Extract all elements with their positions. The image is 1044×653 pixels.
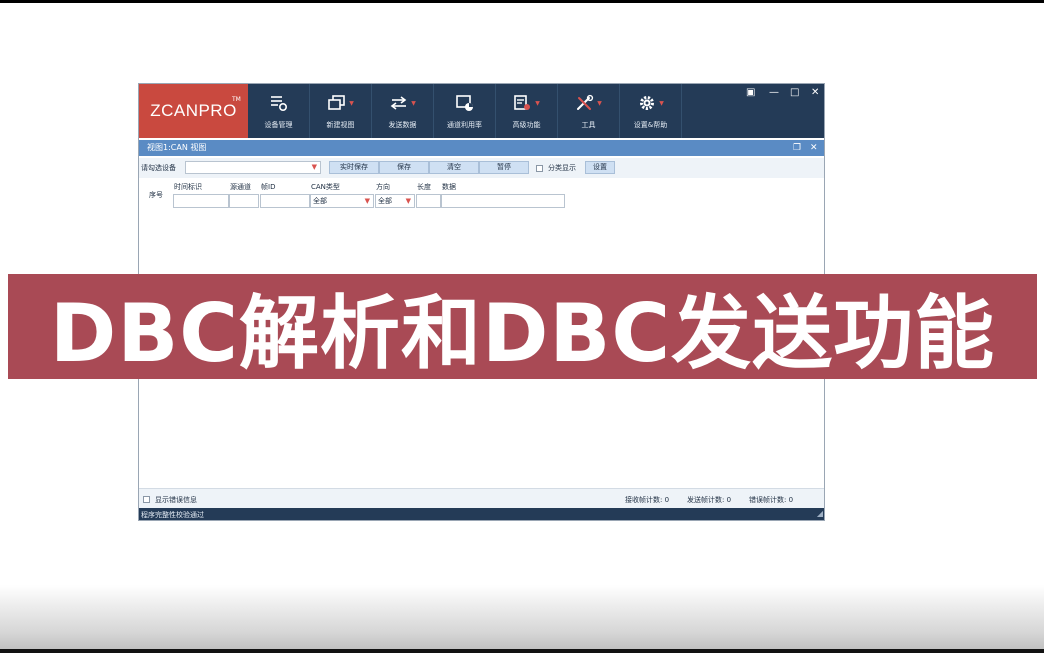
classify-display-label: 分类显示	[548, 164, 576, 172]
ribbon-label: 新建视图	[326, 121, 355, 129]
show-error-checkbox[interactable]	[143, 496, 150, 503]
error-frame-count: 错误帧计数: 0	[749, 496, 794, 504]
time-label: 时间标识	[174, 183, 202, 191]
layout-icon[interactable]: ▣	[746, 87, 755, 98]
maximize-button[interactable]: □	[790, 87, 799, 98]
resize-grip-icon[interactable]: ◢	[817, 507, 823, 520]
data-label: 数据	[442, 183, 456, 191]
bottom-message-bar: 程序完整性校验通过 ◢	[139, 507, 824, 520]
length-label: 长度	[417, 183, 431, 191]
direction-filter-select[interactable]: 全部 ▼	[375, 194, 415, 208]
classify-display-checkbox[interactable]	[536, 165, 543, 172]
direction-value: 全部	[378, 197, 392, 205]
seq-label: 序号	[149, 191, 163, 199]
device-select-combo[interactable]: ▼	[185, 161, 321, 174]
ribbon-channel-usage-button[interactable]: 通道利用率	[434, 84, 496, 138]
save-button[interactable]: 保存	[379, 161, 429, 174]
logo-trademark: TM	[232, 96, 241, 103]
device-select-label: 请勾选设备	[141, 164, 176, 172]
advanced-function-icon: ▼	[513, 92, 540, 114]
settings-button[interactable]: 设置	[585, 161, 615, 174]
channel-usage-chart-icon	[455, 92, 475, 114]
banner-text: DBC解析和DBC发送功能	[49, 286, 996, 380]
ribbon-tools-button[interactable]: ▼ 工具	[558, 84, 620, 138]
can-type-filter-select[interactable]: 全部 ▼	[310, 194, 374, 208]
chevron-down-icon: ▼	[311, 163, 317, 171]
chevron-down-icon: ▼	[535, 99, 540, 107]
zcanpro-logo: ZCANPRO TM	[139, 84, 248, 138]
device-list-gear-icon	[269, 92, 289, 114]
bottom-message: 程序完整性校验通过	[141, 511, 204, 519]
ribbon-label: 设置&帮助	[633, 121, 668, 129]
status-bar: 显示错误信息 接收帧计数: 0 发送帧计数: 0 错误帧计数: 0	[139, 488, 824, 508]
bottom-gradient	[0, 585, 1044, 653]
minimize-button[interactable]: —	[769, 87, 779, 98]
time-filter-input[interactable]	[173, 194, 229, 208]
frame-id-label: 帧ID	[261, 183, 276, 191]
send-arrows-icon: ▼	[389, 92, 416, 114]
send-frame-count: 发送帧计数: 0	[687, 496, 732, 504]
view-title-bar: 视图1:CAN 视图 ❐ ✕	[139, 140, 824, 156]
data-filter-input[interactable]	[441, 194, 565, 208]
chevron-down-icon: ▼	[659, 99, 664, 107]
pause-button[interactable]: 暂停	[479, 161, 529, 174]
show-error-label: 显示错误信息	[155, 496, 197, 504]
settings-gear-icon: ▼	[637, 92, 664, 114]
realtime-save-button[interactable]: 实时保存	[329, 161, 379, 174]
top-border	[0, 0, 1044, 3]
ribbon-label: 高级功能	[512, 121, 541, 129]
ribbon-label: 工具	[581, 121, 596, 129]
direction-label: 方向	[376, 183, 390, 191]
bottom-border	[0, 649, 1044, 653]
ribbon-settings-help-button[interactable]: ▼ 设置&帮助	[620, 84, 682, 138]
channel-filter-input[interactable]	[229, 194, 259, 208]
ribbon-new-view-button[interactable]: ▼ 新建视图	[310, 84, 372, 138]
chevron-down-icon: ▼	[349, 99, 354, 107]
recv-frame-count: 接收帧计数: 0	[625, 496, 670, 504]
chevron-down-icon: ▼	[405, 197, 411, 205]
view-title: 视图1:CAN 视图	[147, 143, 207, 152]
length-filter-input[interactable]	[416, 194, 441, 208]
chevron-down-icon: ▼	[597, 99, 602, 107]
can-type-value: 全部	[313, 197, 327, 205]
new-view-icon: ▼	[327, 92, 354, 114]
chevron-down-icon: ▼	[411, 99, 416, 107]
tools-icon: ▼	[575, 92, 602, 114]
ribbon-label: 设备管理	[264, 121, 293, 129]
float-icon[interactable]: ❐	[793, 140, 801, 156]
logo-text: ZCANPRO	[150, 101, 237, 120]
channel-label: 源通道	[230, 183, 251, 191]
ribbon-label: 通道利用率	[447, 121, 482, 129]
ribbon-device-manage-button[interactable]: 设备管理	[248, 84, 310, 138]
ribbon-advanced-button[interactable]: ▼ 高级功能	[496, 84, 558, 138]
close-view-icon[interactable]: ✕	[810, 140, 818, 156]
clear-button[interactable]: 清空	[429, 161, 479, 174]
frame-id-filter-input[interactable]	[260, 194, 310, 208]
ribbon-toolbar: ZCANPRO TM 设备管理 ▼ 新建视图 ▼ 发送数据 通道利用率 ▼ 高级…	[139, 84, 824, 138]
ribbon-send-data-button[interactable]: ▼ 发送数据	[372, 84, 434, 138]
ribbon-label: 发送数据	[388, 121, 417, 129]
title-banner: DBC解析和DBC发送功能	[8, 274, 1037, 380]
can-type-label: CAN类型	[311, 183, 340, 191]
chevron-down-icon: ▼	[364, 197, 370, 205]
view-toolbar: 请勾选设备 ▼ 实时保存 保存 清空 暂停 分类显示 设置	[139, 158, 824, 178]
close-button[interactable]: ✕	[811, 87, 819, 98]
